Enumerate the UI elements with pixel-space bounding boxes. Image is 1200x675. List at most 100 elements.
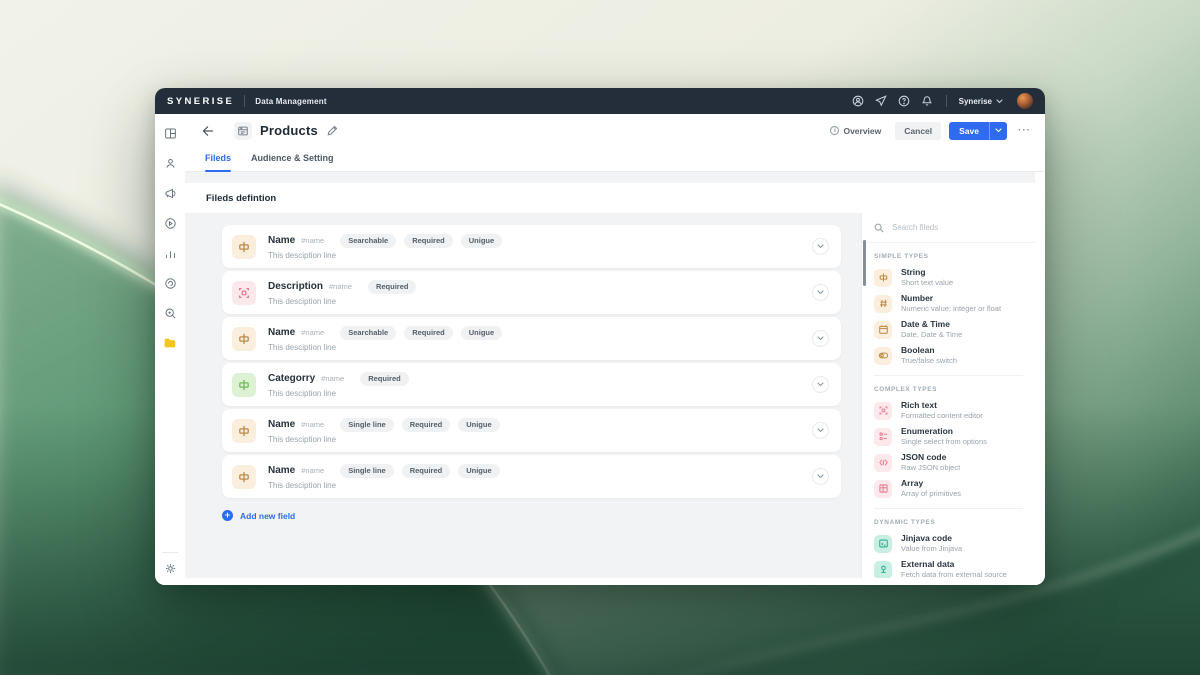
gear-icon[interactable] bbox=[163, 561, 177, 575]
save-button[interactable]: Save bbox=[949, 122, 1007, 140]
user-badge-icon[interactable] bbox=[852, 95, 865, 108]
user-icon[interactable] bbox=[163, 156, 177, 170]
edit-title-icon[interactable] bbox=[327, 125, 338, 136]
workspace-switcher[interactable]: Synerise bbox=[959, 97, 1003, 106]
type-icon bbox=[874, 428, 892, 446]
type-item[interactable]: External data Fetch data from external s… bbox=[874, 559, 1023, 578]
type-item[interactable]: Rich text Formatted content editor bbox=[874, 400, 1023, 421]
field-badge: Unigue bbox=[461, 326, 502, 340]
type-section: SIMPLE TYPES String Short text value Num… bbox=[874, 253, 1023, 366]
field-description: This desciption line bbox=[268, 343, 502, 352]
field-badge: Unigue bbox=[461, 234, 502, 248]
type-desc: Array of primitives bbox=[901, 490, 961, 499]
field-name: Name bbox=[268, 419, 295, 430]
field-badge: Unigue bbox=[458, 418, 499, 432]
tab-fields[interactable]: Fileds bbox=[195, 147, 241, 171]
field-card[interactable]: Name #name Single lineRequiredUnigue Thi… bbox=[222, 455, 841, 498]
field-badge: Searchable bbox=[340, 234, 396, 248]
overview-label: Overview bbox=[843, 126, 881, 136]
scrollbar-thumb[interactable] bbox=[863, 240, 866, 286]
play-circle-icon[interactable] bbox=[163, 216, 177, 230]
type-text: Date & Time Date, Date & Time bbox=[901, 320, 962, 339]
type-item[interactable]: Number Numeric value: integer or float bbox=[874, 293, 1023, 314]
notifications-icon[interactable] bbox=[921, 95, 934, 108]
send-icon[interactable] bbox=[875, 95, 888, 108]
field-card[interactable]: Description #name Required This descipti… bbox=[222, 271, 841, 314]
type-text: Number Numeric value: integer or float bbox=[901, 294, 1001, 313]
field-badges: Searchable Required Unigue bbox=[340, 234, 502, 248]
type-text: External data Fetch data from external s… bbox=[901, 560, 1007, 578]
topbar-divider bbox=[244, 95, 245, 107]
bar-chart-icon[interactable] bbox=[163, 246, 177, 260]
type-icon bbox=[874, 295, 892, 313]
type-item[interactable]: Jinjava code Value from Jinjava bbox=[874, 533, 1023, 554]
help-icon[interactable] bbox=[898, 95, 911, 108]
topbar-divider bbox=[946, 95, 947, 107]
type-text: Enumeration Single select from options bbox=[901, 427, 987, 446]
field-badge: Required bbox=[404, 234, 453, 248]
tab-audience-setting[interactable]: Audience & Setting bbox=[241, 147, 344, 171]
field-expand-button[interactable] bbox=[812, 330, 829, 347]
type-desc: Numeric value: integer or float bbox=[901, 305, 1001, 314]
field-badge: Required bbox=[402, 418, 451, 432]
type-item[interactable]: Boolean True/false switch bbox=[874, 345, 1023, 366]
type-item[interactable]: Date & Time Date, Date & Time bbox=[874, 319, 1023, 340]
rail-divider bbox=[162, 552, 178, 553]
field-name: Name bbox=[268, 465, 295, 476]
field-expand-button[interactable] bbox=[812, 376, 829, 393]
type-title: Jinjava code bbox=[901, 534, 962, 544]
type-title: String bbox=[901, 268, 953, 278]
left-rail bbox=[155, 114, 185, 585]
field-badge: Single line bbox=[340, 418, 394, 432]
search-icon bbox=[874, 223, 884, 233]
field-card[interactable]: Name #name Single lineRequiredUnigue Thi… bbox=[222, 409, 841, 452]
type-item[interactable]: String Short text value bbox=[874, 267, 1023, 288]
field-badge: Required bbox=[402, 464, 451, 478]
type-title: Rich text bbox=[901, 401, 983, 411]
field-card[interactable]: Name #name SearchableRequiredUnigue This… bbox=[222, 225, 841, 268]
type-search bbox=[862, 213, 1035, 243]
type-text: Boolean True/false switch bbox=[901, 346, 957, 365]
field-badge: Unigue bbox=[458, 464, 499, 478]
avatar[interactable] bbox=[1017, 93, 1033, 109]
page-title: Products bbox=[260, 123, 318, 138]
overview-button[interactable]: i Overview bbox=[830, 126, 881, 136]
type-icon bbox=[874, 321, 892, 339]
save-label[interactable]: Save bbox=[949, 122, 989, 140]
refresh-circle-icon[interactable] bbox=[163, 276, 177, 290]
type-section-label: SIMPLE TYPES bbox=[874, 253, 1023, 260]
field-expand-button[interactable] bbox=[812, 284, 829, 301]
field-badges: Single line Required Unigue bbox=[340, 418, 499, 432]
search-plus-icon[interactable] bbox=[163, 306, 177, 320]
type-item[interactable]: JSON code Raw JSON object bbox=[874, 452, 1023, 473]
type-section: DYNAMIC TYPES Jinjava code Value from Ji… bbox=[874, 508, 1023, 578]
more-menu-button[interactable]: ··· bbox=[1018, 125, 1031, 136]
type-icon bbox=[874, 480, 892, 498]
app-name: Data Management bbox=[255, 97, 326, 106]
folder-icon[interactable] bbox=[163, 336, 177, 350]
field-card[interactable]: Categorry #name Required This desciption… bbox=[222, 363, 841, 406]
save-dropdown-caret[interactable] bbox=[989, 122, 1007, 140]
field-type-icon bbox=[232, 327, 256, 351]
back-arrow-icon[interactable] bbox=[201, 124, 215, 138]
add-new-field-button[interactable]: + Add new field bbox=[222, 510, 841, 521]
type-item[interactable]: Array Array of primitives bbox=[874, 478, 1023, 499]
field-name: Description bbox=[268, 281, 323, 292]
type-icon bbox=[874, 535, 892, 553]
field-card[interactable]: Name #name SearchableRequiredUnigue This… bbox=[222, 317, 841, 360]
grid-icon[interactable] bbox=[163, 126, 177, 140]
type-item[interactable]: Enumeration Single select from options bbox=[874, 426, 1023, 447]
field-expand-button[interactable] bbox=[812, 422, 829, 439]
type-desc: True/false switch bbox=[901, 357, 957, 366]
cancel-button[interactable]: Cancel bbox=[895, 122, 941, 140]
add-new-field-label: Add new field bbox=[240, 511, 295, 521]
type-desc: Value from Jinjava bbox=[901, 545, 962, 554]
search-input[interactable] bbox=[892, 223, 1023, 232]
type-section-label: COMPLEX TYPES bbox=[874, 386, 1023, 393]
megaphone-icon[interactable] bbox=[163, 186, 177, 200]
type-icon bbox=[874, 347, 892, 365]
field-name: Name bbox=[268, 327, 295, 338]
field-expand-button[interactable] bbox=[812, 238, 829, 255]
field-expand-button[interactable] bbox=[812, 468, 829, 485]
type-title: Date & Time bbox=[901, 320, 962, 330]
